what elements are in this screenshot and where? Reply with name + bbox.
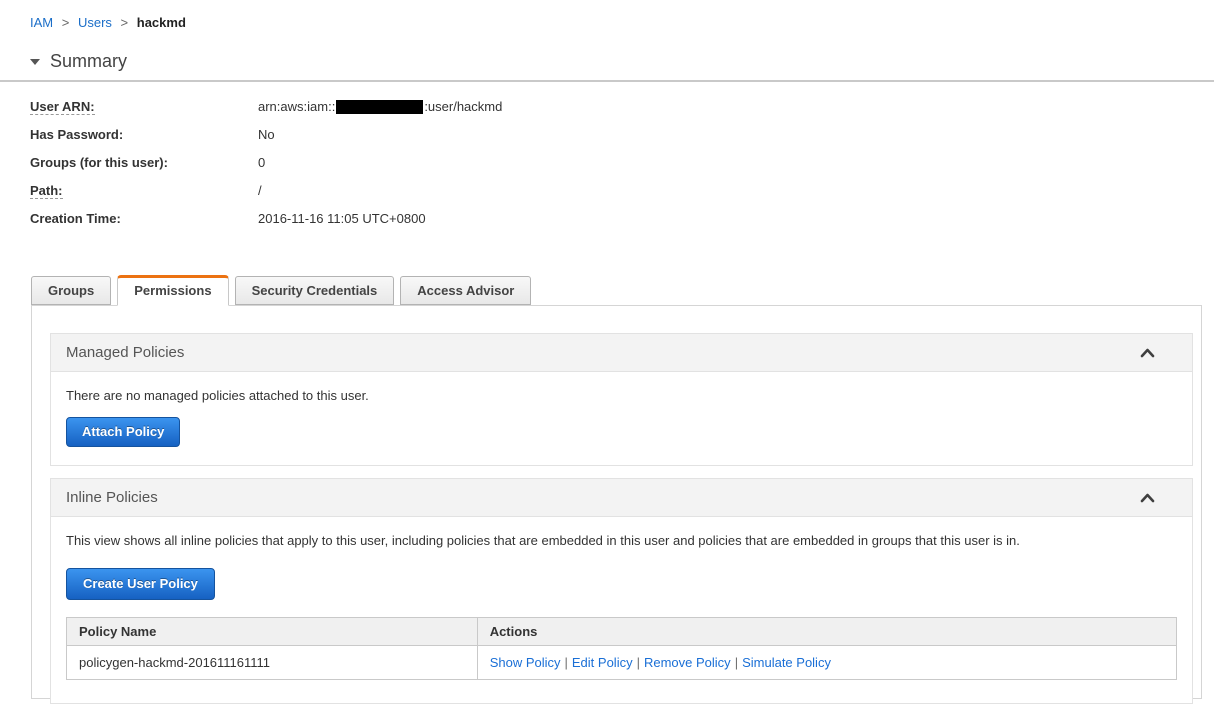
column-header-policy-name: Policy Name: [66, 617, 478, 646]
managed-policies-body: There are no managed policies attached t…: [51, 372, 1192, 465]
field-row-has-password: Has Password: No: [30, 126, 1214, 144]
groups-count-value: 0: [258, 155, 266, 170]
field-label: Groups (for this user):: [30, 155, 168, 170]
breadcrumb: IAM > Users > hackmd: [30, 15, 1214, 30]
action-separator: |: [564, 655, 568, 670]
tab-groups[interactable]: Groups: [31, 276, 112, 305]
action-separator: |: [636, 655, 640, 670]
tab-access-advisor[interactable]: Access Advisor: [400, 276, 532, 305]
breadcrumb-separator: >: [61, 15, 70, 30]
breadcrumb-separator: >: [120, 15, 129, 30]
tab-permissions[interactable]: Permissions: [117, 275, 229, 306]
policy-actions-cell: Show Policy | Edit Policy | Remove Policy | Si…: [476, 645, 1178, 680]
field-label: Has Password:: [30, 127, 124, 142]
summary-fields: User ARN: arn:aws:iam:::user/hackmd Has …: [30, 98, 1214, 228]
chevron-up-icon[interactable]: [1140, 493, 1155, 503]
user-arn-value: arn:aws:iam:::user/hackmd: [258, 99, 503, 114]
section-inline-policies: Inline Policies This view shows all inli…: [50, 478, 1193, 704]
table-row: policygen-hackmd-201611161111 Show Polic…: [66, 645, 1178, 680]
breadcrumb-current-user: hackmd: [136, 15, 186, 30]
policy-name-cell: policygen-hackmd-201611161111: [66, 645, 478, 680]
inline-policies-table: Policy Name Actions policygen-hackmd-201…: [66, 617, 1178, 680]
managed-policies-title: Managed Policies: [66, 344, 185, 361]
inline-policies-body: This view shows all inline policies that…: [51, 517, 1192, 703]
permissions-tab-panel: Managed Policies There are no managed po…: [31, 305, 1202, 704]
attach-policy-button[interactable]: Attach Policy: [66, 417, 181, 447]
field-row-user-arn: User ARN: arn:aws:iam:::user/hackmd: [30, 98, 1214, 116]
column-header-actions: Actions: [476, 617, 1178, 646]
field-row-path: Path: /: [30, 182, 1214, 200]
table-header-row: Policy Name Actions: [66, 617, 1178, 646]
chevron-up-icon[interactable]: [1140, 348, 1155, 358]
inline-policies-title: Inline Policies: [66, 489, 158, 506]
edit-policy-link[interactable]: Edit Policy: [572, 655, 633, 670]
has-password-value: No: [258, 127, 275, 142]
path-value: /: [258, 183, 262, 198]
summary-header: Summary: [30, 51, 1214, 72]
managed-policies-empty-text: There are no managed policies attached t…: [66, 388, 369, 403]
redacted-account-id: [336, 100, 424, 114]
field-label: Path:: [30, 183, 63, 199]
field-label: Creation Time:: [30, 211, 121, 226]
tab-bar: Groups Permissions Security Credentials …: [31, 275, 1214, 306]
summary-title: Summary: [50, 51, 128, 71]
breadcrumb-link-users[interactable]: Users: [78, 15, 112, 30]
inline-policies-header: Inline Policies: [51, 479, 1192, 517]
simulate-policy-link[interactable]: Simulate Policy: [742, 655, 831, 670]
breadcrumb-link-iam[interactable]: IAM: [30, 15, 53, 30]
tab-security-credentials[interactable]: Security Credentials: [234, 276, 395, 305]
remove-policy-link[interactable]: Remove Policy: [644, 655, 731, 670]
field-row-groups: Groups (for this user): 0: [30, 154, 1214, 172]
summary-divider: [0, 80, 1214, 82]
show-policy-link[interactable]: Show Policy: [490, 655, 561, 670]
section-managed-policies: Managed Policies There are no managed po…: [50, 333, 1193, 466]
managed-policies-header: Managed Policies: [51, 334, 1192, 372]
creation-time-value: 2016-11-16 11:05 UTC+0800: [258, 211, 426, 226]
collapse-caret-icon[interactable]: [30, 58, 40, 65]
action-separator: |: [734, 655, 739, 670]
create-user-policy-button[interactable]: Create User Policy: [66, 568, 215, 600]
inline-policies-description: This view shows all inline policies that…: [66, 533, 1020, 548]
field-row-creation-time: Creation Time: 2016-11-16 11:05 UTC+0800: [30, 210, 1214, 228]
field-label: User ARN:: [30, 99, 95, 115]
